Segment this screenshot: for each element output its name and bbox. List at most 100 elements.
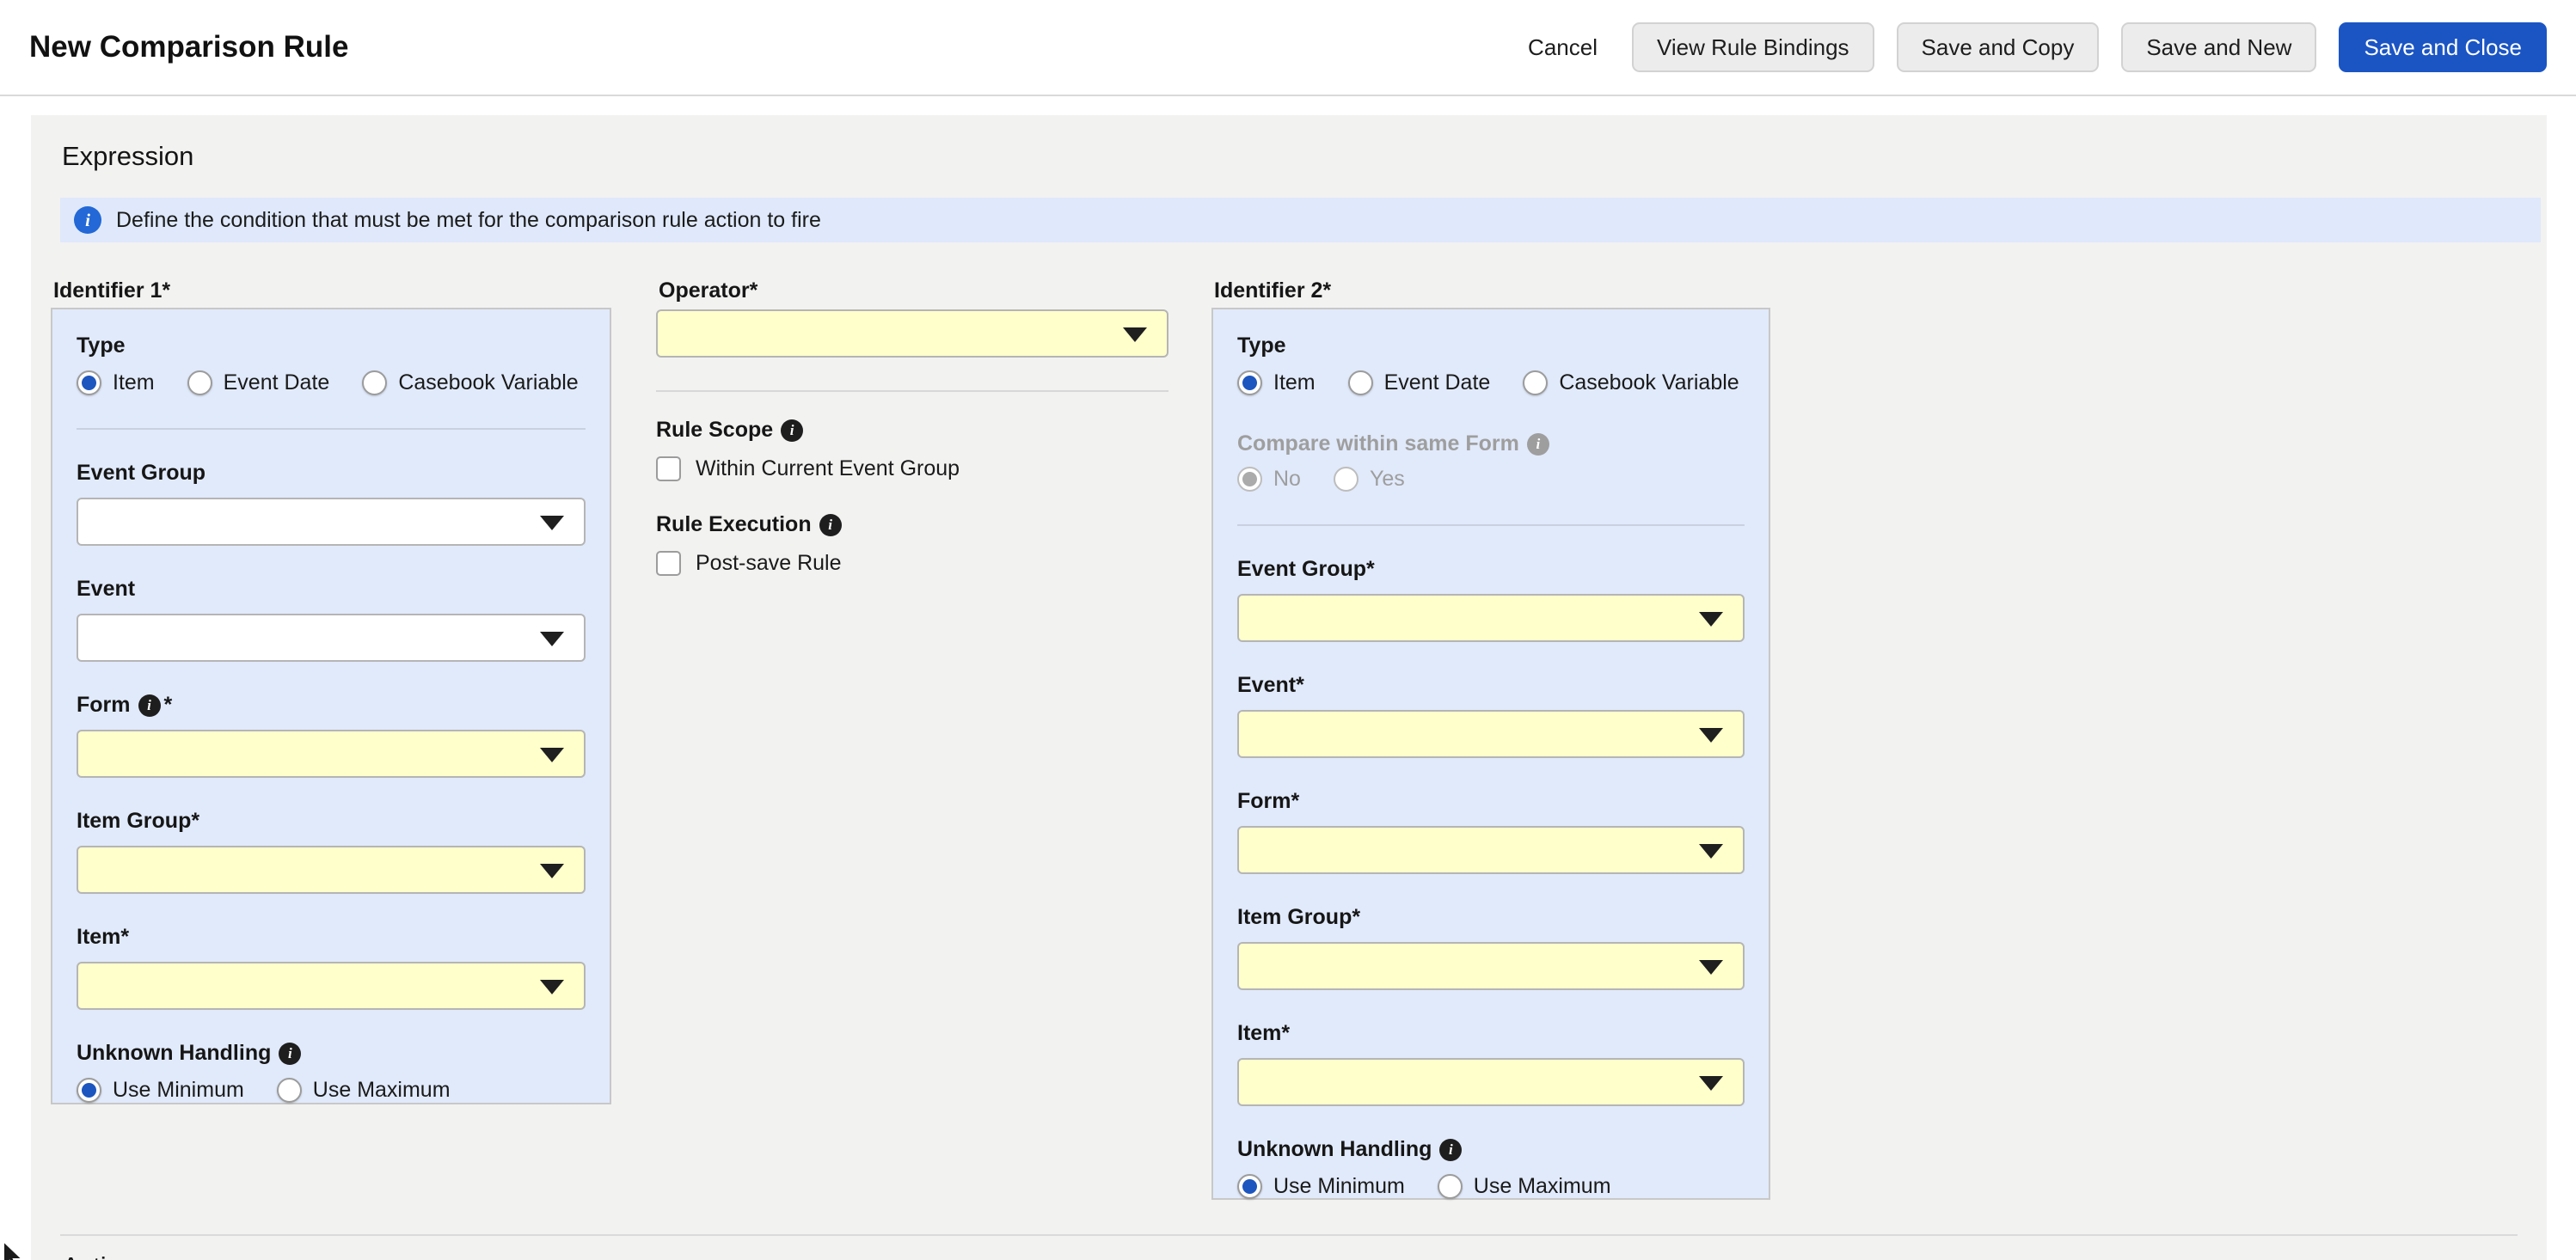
info-icon[interactable]: i bbox=[138, 694, 161, 717]
identifier2-event-group-field: Event Group* bbox=[1237, 557, 1745, 642]
radio-unselected-icon bbox=[1348, 370, 1373, 395]
identifier2-label: Identifier 2* bbox=[1214, 278, 1770, 303]
radio-disabled-unselected-icon bbox=[1334, 467, 1359, 492]
radio-label: Item bbox=[1273, 370, 1316, 395]
identifier2-use-maximum-radio[interactable]: Use Maximum bbox=[1438, 1174, 1611, 1199]
identifier2-panel: Type Item Event Date Casebook Variabl bbox=[1211, 308, 1770, 1200]
operator-select[interactable] bbox=[656, 309, 1168, 358]
identifier2-form-field: Form* bbox=[1237, 789, 1745, 874]
info-icon[interactable]: i bbox=[1439, 1139, 1462, 1161]
identifier2-item-group-field: Item Group* bbox=[1237, 905, 1745, 990]
identifier2-event-select[interactable] bbox=[1237, 710, 1745, 758]
mouse-cursor-icon bbox=[2, 1241, 31, 1260]
identifier1-item-group-select[interactable] bbox=[77, 846, 586, 894]
identifier1-type-item-radio[interactable]: Item bbox=[77, 370, 155, 395]
identifier1-type-event-date-radio[interactable]: Event Date bbox=[187, 370, 330, 395]
identifier2-event-field: Event* bbox=[1237, 673, 1745, 758]
post-save-rule-checkbox[interactable] bbox=[656, 551, 681, 576]
radio-unselected-icon bbox=[1523, 370, 1548, 395]
identifier2-unknown-handling-label: Unknown Handling i bbox=[1237, 1137, 1745, 1162]
identifier2-event-group-label: Event Group* bbox=[1237, 557, 1745, 582]
identifier1-item-field: Item* bbox=[77, 925, 586, 1010]
identifier2-item-field: Item* bbox=[1237, 1021, 1745, 1106]
identifier1-type-radios: Item Event Date Casebook Variable bbox=[77, 370, 586, 395]
group-label-text: Rule Execution bbox=[656, 512, 812, 537]
info-banner-text: Define the condition that must be met fo… bbox=[116, 208, 821, 233]
save-and-copy-button[interactable]: Save and Copy bbox=[1897, 22, 2100, 72]
operator-column: Operator* Rule Scope i Within Current Ev… bbox=[656, 278, 1168, 576]
cancel-button[interactable]: Cancel bbox=[1528, 34, 1598, 61]
identifier2-form-select[interactable] bbox=[1237, 826, 1745, 874]
identifier2-item-group-label: Item Group* bbox=[1237, 905, 1745, 930]
identifier1-event-group-select[interactable] bbox=[77, 498, 586, 546]
identifier1-unknown-handling-label: Unknown Handling i bbox=[77, 1041, 586, 1066]
identifier2-type-item-radio[interactable]: Item bbox=[1237, 370, 1316, 395]
caret-down-icon bbox=[540, 516, 564, 530]
identifier2-type-casebook-variable-radio[interactable]: Casebook Variable bbox=[1523, 370, 1739, 395]
compare-no-radio: No bbox=[1237, 467, 1301, 492]
identifier2-event-label: Event* bbox=[1237, 673, 1745, 698]
save-and-close-button[interactable]: Save and Close bbox=[2339, 22, 2547, 72]
caret-down-icon bbox=[1699, 960, 1723, 975]
new-comparison-rule-page: New Comparison Rule Cancel View Rule Bin… bbox=[0, 0, 2576, 1260]
info-icon[interactable]: i bbox=[819, 514, 842, 536]
expression-section: Expression i Define the condition that m… bbox=[31, 115, 2547, 1260]
identifier1-item-group-field: Item Group* bbox=[77, 809, 586, 894]
identifier1-use-maximum-radio[interactable]: Use Maximum bbox=[277, 1078, 451, 1103]
caret-down-icon bbox=[1699, 612, 1723, 627]
identifier2-form-label: Form* bbox=[1237, 789, 1745, 814]
caret-down-icon bbox=[540, 864, 564, 878]
radio-selected-icon bbox=[77, 370, 101, 395]
checkbox-label: Post-save Rule bbox=[696, 551, 842, 576]
identifier1-label: Identifier 1* bbox=[53, 278, 611, 303]
identifier1-type-casebook-variable-radio[interactable]: Casebook Variable bbox=[362, 370, 578, 395]
required-mark: * bbox=[164, 693, 173, 718]
caret-down-icon bbox=[1699, 844, 1723, 859]
radio-label: Use Maximum bbox=[1474, 1174, 1611, 1199]
save-and-new-button[interactable]: Save and New bbox=[2121, 22, 2316, 72]
post-save-rule-checkbox-row: Post-save Rule bbox=[656, 551, 1168, 576]
identifier1-form-label: Form i * bbox=[77, 693, 586, 718]
identifier1-item-group-label: Item Group* bbox=[77, 809, 586, 834]
expression-columns: Identifier 1* Type Item Event Date bbox=[51, 278, 2547, 1200]
identifier2-event-group-select[interactable] bbox=[1237, 594, 1745, 642]
identifier1-use-minimum-radio[interactable]: Use Minimum bbox=[77, 1078, 244, 1103]
radio-label: Use Minimum bbox=[1273, 1174, 1405, 1199]
radio-selected-icon bbox=[1237, 370, 1262, 395]
rule-scope-label: Rule Scope i bbox=[656, 418, 1168, 443]
within-current-event-group-checkbox[interactable] bbox=[656, 456, 681, 481]
identifier1-unknown-handling-field: Unknown Handling i Use Minimum Use Maxim… bbox=[77, 1041, 586, 1103]
identifier2-type-event-date-radio[interactable]: Event Date bbox=[1348, 370, 1491, 395]
identifier2-use-minimum-radio[interactable]: Use Minimum bbox=[1237, 1174, 1405, 1199]
identifier1-unknown-handling-radios: Use Minimum Use Maximum bbox=[77, 1078, 586, 1103]
identifier2-unknown-handling-radios: Use Minimum Use Maximum bbox=[1237, 1174, 1745, 1199]
identifier2-item-select[interactable] bbox=[1237, 1058, 1745, 1106]
info-icon[interactable]: i bbox=[781, 419, 803, 442]
action-heading: Action bbox=[62, 1251, 2547, 1260]
panel-divider bbox=[77, 428, 586, 430]
panel-divider bbox=[1237, 524, 1745, 526]
identifier1-item-select[interactable] bbox=[77, 962, 586, 1010]
radio-label: Casebook Variable bbox=[1559, 370, 1739, 395]
info-icon[interactable]: i bbox=[279, 1043, 301, 1065]
caret-down-icon bbox=[1123, 327, 1147, 342]
expression-heading: Expression bbox=[62, 141, 2547, 172]
identifier2-item-group-select[interactable] bbox=[1237, 942, 1745, 990]
field-label-text: Form bbox=[77, 693, 131, 718]
caret-down-icon bbox=[540, 980, 564, 994]
group-label-text: Compare within same Form bbox=[1237, 431, 1519, 456]
view-rule-bindings-button[interactable]: View Rule Bindings bbox=[1632, 22, 1874, 72]
caret-down-icon bbox=[1699, 728, 1723, 743]
identifier1-form-select[interactable] bbox=[77, 730, 586, 778]
radio-label: Item bbox=[113, 370, 155, 395]
app-header: New Comparison Rule Cancel View Rule Bin… bbox=[0, 0, 2576, 96]
info-icon: i bbox=[74, 206, 101, 234]
radio-selected-icon bbox=[1237, 1174, 1262, 1199]
header-actions: Cancel View Rule Bindings Save and Copy … bbox=[1528, 22, 2547, 72]
caret-down-icon bbox=[540, 748, 564, 762]
operator-label: Operator* bbox=[659, 278, 1168, 303]
identifier2-type-label: Type bbox=[1237, 333, 1745, 358]
identifier1-panel: Type Item Event Date Casebook Variabl bbox=[51, 308, 611, 1104]
group-label-text: Rule Scope bbox=[656, 418, 773, 443]
identifier1-event-select[interactable] bbox=[77, 614, 586, 662]
